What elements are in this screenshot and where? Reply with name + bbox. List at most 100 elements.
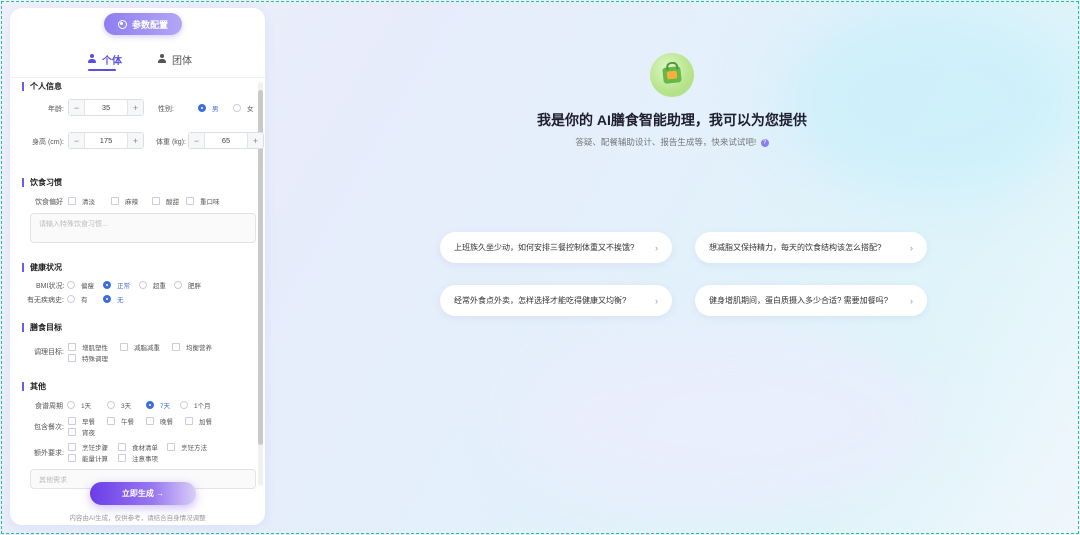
option-label: 烹饪方法 [181, 445, 207, 452]
radio-unchecked[interactable] [67, 281, 75, 289]
param-config-button[interactable]: 参数配置 [104, 13, 182, 35]
goal-option[interactable]: 增肌塑性 [68, 342, 108, 352]
decrement-button[interactable]: − [189, 133, 205, 148]
checkbox[interactable] [172, 343, 180, 351]
option-label: 食材清单 [132, 445, 158, 452]
decrement-button[interactable]: − [69, 133, 85, 148]
checkbox[interactable] [107, 417, 115, 425]
checkbox[interactable] [118, 443, 126, 451]
radio-unchecked[interactable] [139, 281, 147, 289]
extra-option[interactable]: 注意事项 [118, 453, 158, 463]
checkbox[interactable] [146, 417, 154, 425]
radio-checked[interactable] [103, 281, 111, 289]
checkbox[interactable] [68, 417, 76, 425]
radio-unchecked[interactable] [180, 401, 188, 409]
bmi-option[interactable]: 超重 [139, 280, 166, 290]
radio-unchecked[interactable] [67, 295, 75, 303]
option-label: 酸甜 [166, 199, 179, 206]
increment-button[interactable]: + [127, 133, 143, 148]
extra-option[interactable]: 能量计算 [68, 453, 108, 463]
option-label: 有 [81, 297, 88, 304]
meal-option[interactable]: 早餐 [68, 416, 95, 426]
age-label: 年龄: [48, 106, 64, 113]
age-value[interactable]: 35 [85, 100, 127, 115]
cycle-option[interactable]: 7天 [146, 400, 170, 410]
extra-req-label: 额外要求: [34, 450, 64, 457]
cycle-option[interactable]: 1天 [67, 400, 91, 410]
extra-option[interactable]: 烹饪方法 [167, 442, 207, 452]
option-label: 女 [247, 106, 254, 113]
disease-option[interactable]: 有 [67, 294, 88, 304]
checkbox[interactable] [68, 454, 76, 462]
height-label: 身高 (cm): [32, 139, 64, 146]
checkbox[interactable] [118, 454, 126, 462]
disease-option[interactable]: 无 [103, 294, 124, 304]
disclaimer-text: 内容由AI生成，仅供参考，请结合自身情况调整 [69, 515, 206, 522]
radio-checked[interactable] [103, 295, 111, 303]
height-stepper[interactable]: − 175 + [68, 132, 144, 149]
checkbox[interactable] [167, 443, 175, 451]
goal-option[interactable]: 特殊调理 [68, 353, 108, 363]
radio-unchecked[interactable] [174, 281, 182, 289]
checkbox[interactable] [120, 343, 128, 351]
extra-option[interactable]: 食材清单 [118, 442, 158, 452]
checkbox[interactable] [68, 443, 76, 451]
checkbox[interactable] [68, 343, 76, 351]
suggestion-card[interactable]: 想减脂又保持精力，每天的饮食结构该怎么搭配? › [695, 232, 927, 263]
radio-checked[interactable] [198, 104, 206, 112]
checkbox[interactable] [68, 197, 76, 205]
goal-option[interactable]: 减脂减重 [120, 342, 160, 352]
extra-option[interactable]: 烹饪步骤 [68, 442, 108, 452]
checkbox[interactable] [111, 197, 119, 205]
radio-checked[interactable] [146, 401, 154, 409]
checkbox[interactable] [185, 417, 193, 425]
option-label: 减脂减重 [134, 345, 160, 352]
age-stepper[interactable]: − 35 + [68, 99, 144, 116]
decrement-button[interactable]: − [69, 100, 85, 115]
weight-value[interactable]: 65 [205, 133, 247, 148]
generate-button[interactable]: 立即生成 → [90, 482, 196, 505]
diet-habit-textarea[interactable]: 请输入特殊饮食习惯... [30, 213, 256, 243]
meal-option[interactable]: 宵夜 [68, 427, 95, 437]
diet-option[interactable]: 重口味 [186, 196, 220, 206]
diet-option[interactable]: 清淡 [68, 196, 95, 206]
weight-stepper[interactable]: − 65 + [188, 132, 264, 149]
option-label: 清淡 [82, 199, 95, 206]
help-icon[interactable]: ? [760, 138, 769, 147]
diet-option[interactable]: 酸甜 [152, 196, 179, 206]
section-title-personal: 个人信息 [22, 82, 62, 91]
tab-individual[interactable]: 个体 [88, 52, 122, 78]
bmi-option[interactable]: 偏瘦 [67, 280, 94, 290]
meal-option[interactable]: 加餐 [185, 416, 212, 426]
increment-button[interactable]: + [247, 133, 263, 148]
tab-group[interactable]: 团体 [158, 52, 192, 78]
checkbox[interactable] [68, 428, 76, 436]
option-label: 能量计算 [82, 456, 108, 463]
diet-option[interactable]: 麻辣 [111, 196, 138, 206]
group-icon [158, 54, 166, 63]
radio-unchecked[interactable] [67, 401, 75, 409]
bmi-option[interactable]: 正常 [103, 280, 130, 290]
suggestion-card[interactable]: 经常外食点外卖，怎样选择才能吃得健康又均衡? › [440, 285, 672, 316]
goal-option[interactable]: 均衡营养 [172, 342, 212, 352]
height-value[interactable]: 175 [85, 133, 127, 148]
suggestion-text: 上班族久坐少动，如何安排三餐控制体重又不挨饿? [454, 243, 635, 252]
gender-option-male[interactable]: 男 [198, 103, 219, 113]
cycle-option[interactable]: 3天 [107, 400, 131, 410]
radio-unchecked[interactable] [233, 104, 241, 112]
suggestion-card[interactable]: 健身增肌期间，蛋白质摄入多少合适? 需要加餐吗? › [695, 285, 927, 316]
increment-button[interactable]: + [127, 100, 143, 115]
meal-option[interactable]: 晚餐 [146, 416, 173, 426]
option-label: 男 [212, 106, 219, 113]
suggestion-card[interactable]: 上班族久坐少动，如何安排三餐控制体重又不挨饿? › [440, 232, 672, 263]
hero-subtitle: 答疑、配餐辅助设计、报告生成等，快来试试吧! ? [430, 136, 914, 148]
gender-option-female[interactable]: 女 [233, 103, 254, 113]
bmi-option[interactable]: 肥胖 [174, 280, 201, 290]
checkbox[interactable] [68, 354, 76, 362]
adjust-goal-label: 调理目标: [34, 349, 64, 356]
checkbox[interactable] [186, 197, 194, 205]
meal-option[interactable]: 午餐 [107, 416, 134, 426]
cycle-option[interactable]: 1个月 [180, 400, 211, 410]
checkbox[interactable] [152, 197, 160, 205]
radio-unchecked[interactable] [107, 401, 115, 409]
